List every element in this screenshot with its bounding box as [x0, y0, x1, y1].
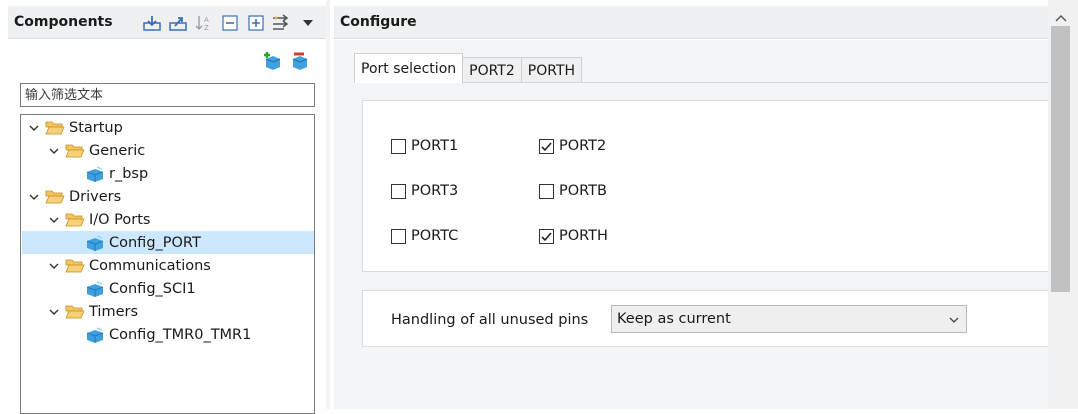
unused-pins-select[interactable]: Keep as current [611, 305, 967, 333]
filter-options-icon[interactable] [272, 13, 292, 33]
checkbox-port1[interactable] [391, 138, 406, 154]
configure-title: Configure [340, 14, 417, 30]
tree-node-config-sci1[interactable]: Config_SCI1 [22, 277, 314, 300]
folder-open-icon [65, 258, 85, 274]
tree-node-config-port[interactable]: Config_PORT [22, 231, 314, 254]
checkbox-portc[interactable] [391, 228, 406, 244]
components-panel: Components AZ 输入筛选文本 Startup Generic r_b… [0, 0, 326, 414]
port-option-portb[interactable]: PORTB [539, 183, 607, 199]
tab-port2[interactable]: PORT2 [462, 57, 522, 83]
filter-input[interactable] [21, 84, 314, 106]
folder-open-icon [45, 189, 65, 205]
port-option-port3[interactable]: PORT3 [391, 183, 458, 199]
checkbox-porth[interactable] [539, 228, 554, 244]
components-tree: Startup Generic r_bsp Drivers I/O Ports [20, 114, 315, 414]
expand-all-icon[interactable] [246, 13, 266, 33]
tree-node-startup[interactable]: Startup [22, 116, 314, 139]
checkmark-icon [541, 231, 552, 241]
scrollbar-thumb[interactable] [1051, 26, 1070, 292]
tree-node-config-tmr0-tmr1[interactable]: Config_TMR0_TMR1 [22, 323, 314, 346]
port-label: PORTC [411, 228, 459, 244]
tree-node-label: Startup [69, 119, 123, 136]
configure-content: Port selection PORT2 PORTH PORT1 PORT2 P… [334, 40, 1054, 409]
checkmark-icon [541, 141, 552, 151]
folder-open-icon [65, 143, 85, 159]
checkbox-port2[interactable] [539, 138, 554, 154]
port-label: PORTH [559, 228, 608, 244]
tree-node-label: Config_PORT [109, 234, 201, 251]
configure-panel: Configure Port selection PORT2 PORTH POR… [330, 0, 1078, 409]
checkbox-portb[interactable] [539, 183, 554, 199]
port-label: PORT3 [411, 183, 459, 199]
port-option-portc[interactable]: PORTC [391, 228, 458, 244]
tree-node-communications[interactable]: Communications [22, 254, 314, 277]
tree-node-drivers[interactable]: Drivers [22, 185, 314, 208]
folder-open-icon [45, 120, 65, 136]
tree-node-label: Config_TMR0_TMR1 [109, 326, 252, 343]
sort-az-icon[interactable]: AZ [194, 13, 214, 33]
tree-node-label: Timers [89, 303, 139, 320]
tree-node-label: Communications [89, 257, 211, 274]
tree-node-io-ports[interactable]: I/O Ports [22, 208, 314, 231]
unused-pins-group: Handling of all unused pins Keep as curr… [362, 290, 1054, 347]
port-option-port1[interactable]: PORT1 [391, 138, 458, 154]
component-icon [85, 234, 105, 251]
vertical-scrollbar[interactable] [1048, 0, 1078, 409]
unused-pins-value: Keep as current [617, 311, 731, 327]
tree-node-label: Drivers [69, 188, 122, 205]
port-selection-group: PORT1 PORT2 PORT3 PORTB PORTC PORTH [362, 100, 1054, 272]
port-option-port2[interactable]: PORT2 [539, 138, 606, 154]
tab-port-selection[interactable]: Port selection [354, 53, 464, 83]
tree-node-label: Generic [89, 142, 146, 159]
tree-node-label: r_bsp [109, 165, 149, 182]
tree-node-label: Config_SCI1 [109, 280, 196, 297]
chevron-down-icon[interactable] [47, 259, 61, 273]
scroll-up-icon[interactable] [1055, 10, 1067, 26]
component-icon [85, 326, 105, 343]
port-label: PORTB [559, 183, 607, 199]
collapse-all-icon[interactable] [220, 13, 240, 33]
svg-text:A: A [204, 16, 209, 24]
unused-pins-label: Handling of all unused pins [391, 312, 589, 328]
chevron-down-icon [948, 313, 960, 329]
components-title: Components [14, 14, 113, 30]
checkbox-port3[interactable] [391, 183, 406, 199]
chevron-down-icon[interactable] [27, 121, 41, 135]
export-icon[interactable] [168, 13, 188, 33]
component-icon [85, 280, 105, 297]
folder-open-icon [65, 304, 85, 320]
configure-header: Configure [334, 6, 1048, 39]
port-option-porth[interactable]: PORTH [539, 228, 608, 244]
port-label: PORT2 [559, 138, 607, 154]
tree-node-label: I/O Ports [89, 211, 151, 228]
filter-input-box[interactable] [20, 83, 315, 107]
port-label: PORT1 [411, 138, 459, 154]
chevron-down-icon[interactable] [47, 144, 61, 158]
menu-dropdown-icon[interactable] [298, 13, 318, 33]
chevron-down-icon[interactable] [47, 213, 61, 227]
chevron-down-icon[interactable] [47, 305, 61, 319]
tab-porth[interactable]: PORTH [520, 57, 583, 83]
components-header: Components AZ [8, 6, 326, 39]
import-icon[interactable] [142, 13, 162, 33]
remove-component-icon[interactable] [290, 50, 310, 74]
tree-node-r-bsp[interactable]: r_bsp [22, 162, 314, 185]
svg-text:Z: Z [204, 24, 209, 32]
folder-open-icon [65, 212, 85, 228]
tree-node-generic[interactable]: Generic [22, 139, 314, 162]
tab-bar: Port selection PORT2 PORTH [354, 53, 583, 83]
tree-node-timers[interactable]: Timers [22, 300, 314, 323]
component-icon [85, 165, 105, 182]
add-component-icon[interactable] [263, 50, 283, 74]
chevron-down-icon[interactable] [27, 190, 41, 204]
